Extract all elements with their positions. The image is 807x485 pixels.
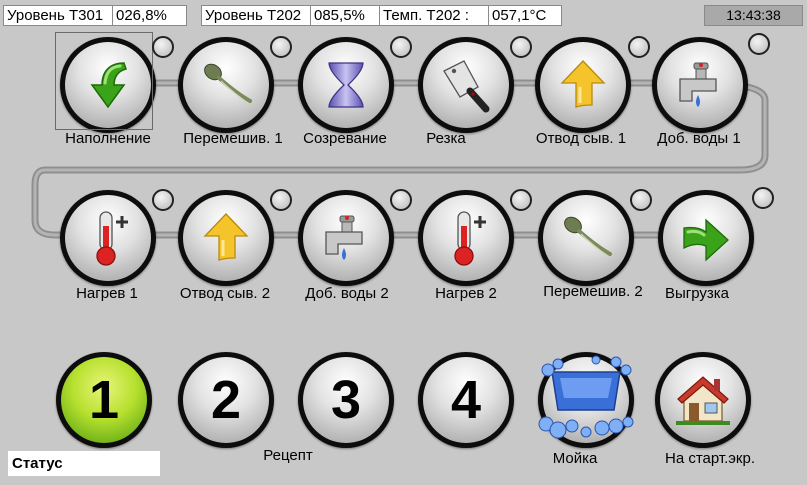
recipe-2-number: 2 [210,370,242,430]
step-heat1-indicator [152,189,174,211]
thermometer-plus-icon [454,211,486,266]
step-mix1-button[interactable] [178,37,274,133]
step-fill-label: Наполнение [65,130,151,147]
step-maturation-label: Созревание [303,130,387,147]
recipe-label: Рецепт [263,447,313,464]
step-whey1-label: Отвод сыв. 1 [535,130,627,147]
spoon-icon [564,216,612,257]
step-mix2-button[interactable] [538,190,634,286]
step-heat1-button[interactable] [60,190,156,286]
step-mix1-indicator [270,36,292,58]
step-water1-button[interactable] [652,37,748,133]
step-mix2-indicator [630,189,652,211]
step-heat2-indicator [510,189,532,211]
recipe-3-number: 3 [330,370,362,430]
step-whey1-indicator [628,36,650,58]
status-field: Статус [8,451,160,476]
cleaver-icon [443,60,490,113]
step-heat2-label: Нагрев 2 [435,285,497,302]
step-maturation-button[interactable] [298,37,394,133]
step-maturation-indicator [390,36,412,58]
recipe-3-button[interactable]: 3 [298,352,394,448]
hourglass-icon [328,62,364,108]
step-mix1-label: Перемешив. 1 [183,130,283,147]
step-mix2-label: Перемешив. 2 [543,283,643,300]
wash-button[interactable] [538,352,634,448]
arrow-down-green-icon [90,62,127,109]
arrow-right-green-icon [683,218,729,262]
recipe-4-number: 4 [450,370,482,430]
recipe-1-number: 1 [88,370,120,430]
spoon-icon [204,63,252,104]
step-unload-button[interactable] [658,190,754,286]
step-unload-indicator [752,187,774,209]
step-cutting-indicator [510,36,532,58]
step-whey2-indicator [270,189,292,211]
home-label: На старт.экр. [665,450,755,467]
step-heat1-label: Нагрев 1 [76,285,138,302]
house-icon [676,376,730,425]
step-heat2-button[interactable] [418,190,514,286]
wash-bubbles-icon [538,355,634,439]
step-unload-label: Выгрузка [664,285,730,302]
step-fill-indicator [152,36,174,58]
step-water2-button[interactable] [298,190,394,286]
recipe-2-button[interactable]: 2 [178,352,274,448]
thermometer-plus-icon [96,211,128,266]
faucet-icon [679,62,717,107]
faucet-icon [325,215,363,260]
step-cutting-label: Резка [426,130,466,147]
arrow-up-yellow-icon [203,213,249,261]
step-whey2-label: Отвод сыв. 2 [179,285,271,302]
step-water2-label: Доб. воды 2 [305,285,389,302]
wash-label: Мойка [552,450,598,467]
step-water1-indicator [748,33,770,55]
step-water2-indicator [390,189,412,211]
step-whey1-button[interactable] [535,37,631,133]
step-fill-button[interactable] [55,32,156,133]
arrow-up-yellow-icon [560,60,606,108]
recipe-1-button[interactable]: 1 [56,352,152,448]
step-cutting-button[interactable] [418,37,514,133]
step-whey2-button[interactable] [178,190,274,286]
home-button[interactable] [655,352,751,448]
step-water1-label: Доб. воды 1 [657,130,741,147]
recipe-4-button[interactable]: 4 [418,352,514,448]
